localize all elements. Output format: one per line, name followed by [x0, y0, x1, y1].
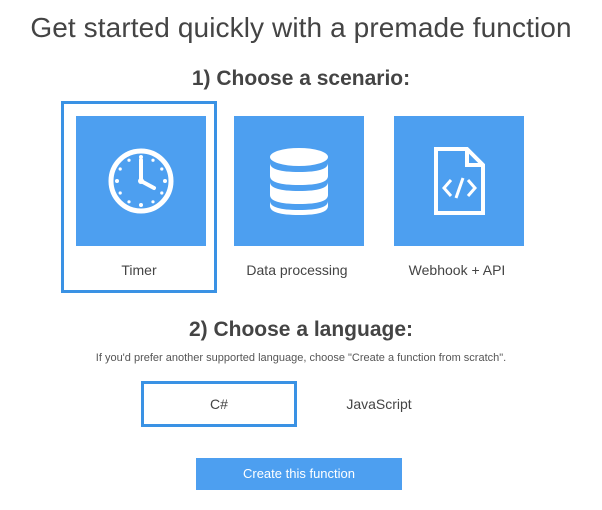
database-icon	[270, 148, 328, 215]
create-function-button[interactable]: Create this function	[196, 458, 402, 490]
scenario-tile-data-box	[234, 116, 364, 246]
scenario-tile-label: Timer	[121, 262, 157, 278]
language-heading: 2) Choose a language:	[188, 318, 414, 341]
language-hint: If you'd prefer another supported langua…	[95, 352, 507, 364]
scenario-tile-label: Data processing	[246, 262, 348, 278]
page-title: Get started quickly with a premade funct…	[30, 12, 572, 43]
scenario-tile-label: Webhook + API	[408, 262, 506, 278]
scenario-heading: 1) Choose a scenario:	[191, 67, 411, 90]
clock-icon	[108, 148, 174, 214]
code-file-icon	[434, 147, 485, 215]
scenario-tile-timer-box	[76, 116, 206, 246]
scenario-tile-data-processing[interactable]: Data processing	[219, 101, 375, 293]
scenario-tile-webhook-box	[394, 116, 524, 246]
scenario-tile-webhook-api[interactable]: Webhook + API	[379, 101, 535, 293]
language-option-csharp[interactable]: C#	[141, 381, 297, 427]
language-option-javascript[interactable]: JavaScript	[301, 381, 457, 427]
scenario-tile-timer[interactable]: Timer	[61, 101, 217, 293]
